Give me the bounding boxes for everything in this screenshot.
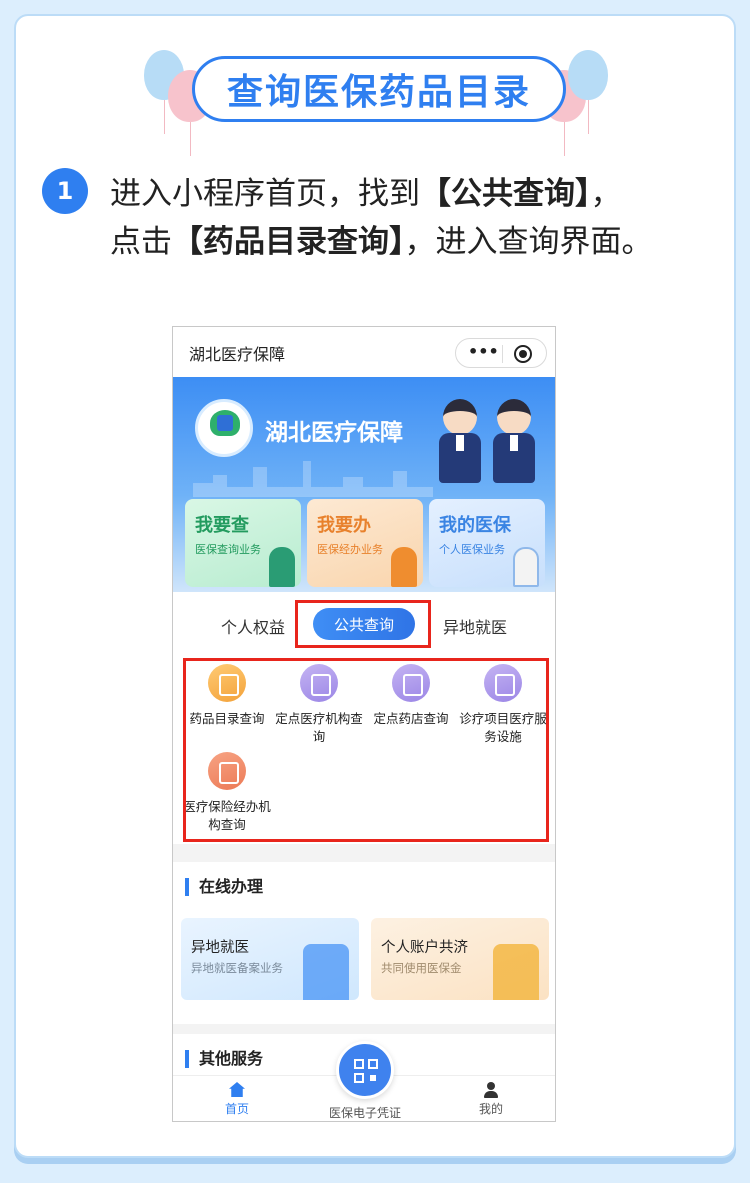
- tile-subtitle: 医保经办业务: [317, 543, 383, 556]
- section-title: 其他服务: [185, 1050, 263, 1068]
- capsule-menu[interactable]: •••: [455, 338, 547, 368]
- section-title: 在线办理: [185, 878, 263, 896]
- qr-code-icon-part: [370, 1075, 376, 1081]
- qr-code-icon-part: [354, 1073, 364, 1083]
- person-illustration-icon: [269, 547, 295, 587]
- highlight-box-grid: [183, 658, 549, 842]
- staff-mascot-female-icon: [489, 399, 539, 491]
- capsule-divider: [502, 345, 503, 363]
- location-phone-illustration-icon: [303, 944, 349, 1000]
- hero-banner: 湖北医疗保障 我要查 医保查询业务 我要办 医保经办业务 我的医保 个人医保业务: [173, 377, 555, 592]
- online-services-section: 在线办理 异地就医 异地就医备案业务 个人账户共济 共同使用医保金: [173, 862, 555, 1024]
- page-title: 查询医保药品目录: [226, 72, 531, 113]
- tab-remote-medical[interactable]: 异地就医: [443, 614, 507, 638]
- home-icon: [229, 1082, 245, 1097]
- close-miniprogram-icon[interactable]: [514, 345, 532, 363]
- card-remote-medical[interactable]: 异地就医 异地就医备案业务: [181, 918, 359, 1000]
- person-illustration-icon: [391, 547, 417, 587]
- tile-handle[interactable]: 我要办 医保经办业务: [307, 499, 423, 587]
- nav-label: 首页: [224, 1102, 249, 1116]
- step-instruction-line1: 进入小程序首页，找到【公共查询】，: [110, 176, 622, 212]
- public-query-grid: 药品目录查询 定点医疗机构查询 定点药店查询 诊疗项目医疗服务设施 医疗保险经办…: [173, 658, 555, 844]
- hero-title: 湖北医疗保障: [265, 420, 403, 446]
- tile-query[interactable]: 我要查 医保查询业务: [185, 499, 301, 587]
- qr-code-icon-part: [368, 1059, 378, 1069]
- card-title: 个人账户共济: [381, 940, 468, 956]
- tab-personal-rights[interactable]: 个人权益: [221, 614, 285, 638]
- app-title: 湖北医疗保障: [189, 345, 286, 364]
- nav-e-certificate[interactable]: 医保电子凭证: [325, 1104, 405, 1121]
- qr-code-icon: [354, 1059, 364, 1069]
- money-illustration-icon: [493, 944, 539, 1000]
- phone-screenshot: 湖北医疗保障 ••• 湖北医疗保障 我要查 医保查询业务 我要办 医保经办业务 …: [172, 326, 556, 1122]
- more-icon[interactable]: •••: [468, 342, 499, 361]
- highlight-box-tab: [295, 600, 431, 648]
- tile-my-insurance[interactable]: 我的医保 个人医保业务: [429, 499, 545, 587]
- doctor-illustration-icon: [513, 547, 539, 587]
- user-icon: [483, 1082, 499, 1098]
- card-title: 异地就医: [191, 940, 249, 956]
- balloon-icon: [568, 50, 608, 134]
- card-subtitle: 异地就医备案业务: [191, 961, 283, 975]
- qr-code-button[interactable]: [336, 1041, 394, 1099]
- step-instruction-line2: 点击【药品目录查询】，进入查询界面。: [110, 224, 653, 260]
- city-skyline-icon: [193, 461, 433, 497]
- tile-title: 我要办: [317, 515, 371, 536]
- miniprogram-header: 湖北医疗保障 •••: [173, 327, 555, 377]
- title-banner: 查询医保药品目录: [192, 56, 566, 122]
- nav-mine[interactable]: 我的: [451, 1082, 531, 1117]
- card-account-sharing[interactable]: 个人账户共济 共同使用医保金: [371, 918, 549, 1000]
- staff-mascot-male-icon: [435, 399, 485, 491]
- tile-title: 我要查: [195, 515, 249, 536]
- step-number-badge: 1: [42, 168, 88, 214]
- tile-subtitle: 医保查询业务: [195, 543, 261, 556]
- tile-title: 我的医保: [439, 515, 511, 536]
- nav-label: 医保电子凭证: [328, 1106, 401, 1120]
- hubei-medical-logo-icon: [195, 399, 253, 457]
- category-tabs: 个人权益 公共查询 异地就医: [173, 592, 555, 658]
- nav-label: 我的: [478, 1102, 503, 1116]
- tile-subtitle: 个人医保业务: [439, 543, 505, 556]
- card-subtitle: 共同使用医保金: [381, 961, 462, 975]
- nav-home[interactable]: 首页: [197, 1082, 277, 1117]
